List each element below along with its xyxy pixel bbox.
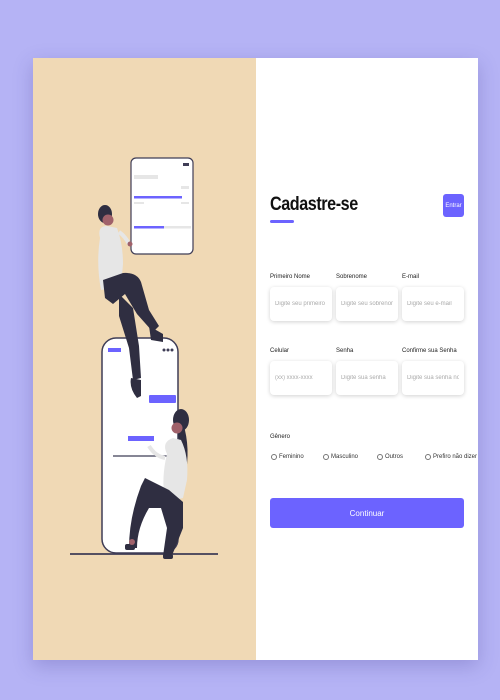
first-name-input[interactable] xyxy=(270,287,332,321)
gender-radio-masculino[interactable] xyxy=(323,454,329,460)
signup-card: Cadastre-se Entrar Primeiro Nome Sobreno… xyxy=(33,58,478,660)
gender-option-prefiro-nao-dizer[interactable]: Prefiro não dizer xyxy=(425,454,477,460)
gender-option-label: Prefiro não dizer xyxy=(433,454,478,460)
phone-input[interactable] xyxy=(270,361,332,395)
illustration-panel xyxy=(33,58,256,660)
last-name-input[interactable] xyxy=(336,287,398,321)
gender-option-feminino[interactable]: Feminino xyxy=(271,454,304,460)
gender-option-outros[interactable]: Outros xyxy=(377,454,403,460)
confirm-password-label: Confirme sua Senha xyxy=(402,348,457,354)
gender-radio-prefiro-nao-dizer[interactable] xyxy=(425,454,431,460)
gender-option-label: Outros xyxy=(385,454,404,460)
first-name-label: Primeiro Nome xyxy=(270,274,311,280)
confirm-password-input[interactable] xyxy=(402,361,464,395)
gender-option-masculino[interactable]: Masculino xyxy=(323,454,358,460)
title-underline xyxy=(270,220,294,223)
gender-radio-feminino[interactable] xyxy=(271,454,277,460)
email-label: E-mail xyxy=(402,274,420,280)
phone-group: Celular xyxy=(270,348,332,395)
password-group: Senha xyxy=(336,348,398,395)
email-group: E-mail xyxy=(402,274,464,321)
phone-label: Celular xyxy=(270,348,290,354)
gender-option-label: Masculino xyxy=(331,454,359,460)
first-name-group: Primeiro Nome xyxy=(270,274,332,321)
signup-illustration xyxy=(70,157,218,559)
password-input[interactable] xyxy=(336,361,398,395)
continue-button[interactable]: Continuar xyxy=(270,498,464,528)
gender-option-label: Feminino xyxy=(279,454,304,460)
gender-radio-outros[interactable] xyxy=(377,454,383,460)
page-title: Cadastre-se xyxy=(270,194,358,215)
signup-panel: Cadastre-se Entrar Primeiro Nome Sobreno… xyxy=(256,58,478,660)
login-button[interactable]: Entrar xyxy=(443,194,464,217)
last-name-group: Sobrenome xyxy=(336,274,398,321)
confirm-password-group: Confirme sua Senha xyxy=(402,348,464,395)
password-label: Senha xyxy=(336,348,354,354)
last-name-label: Sobrenome xyxy=(336,274,368,280)
gender-title: Gênero xyxy=(270,434,291,440)
email-input[interactable] xyxy=(402,287,464,321)
